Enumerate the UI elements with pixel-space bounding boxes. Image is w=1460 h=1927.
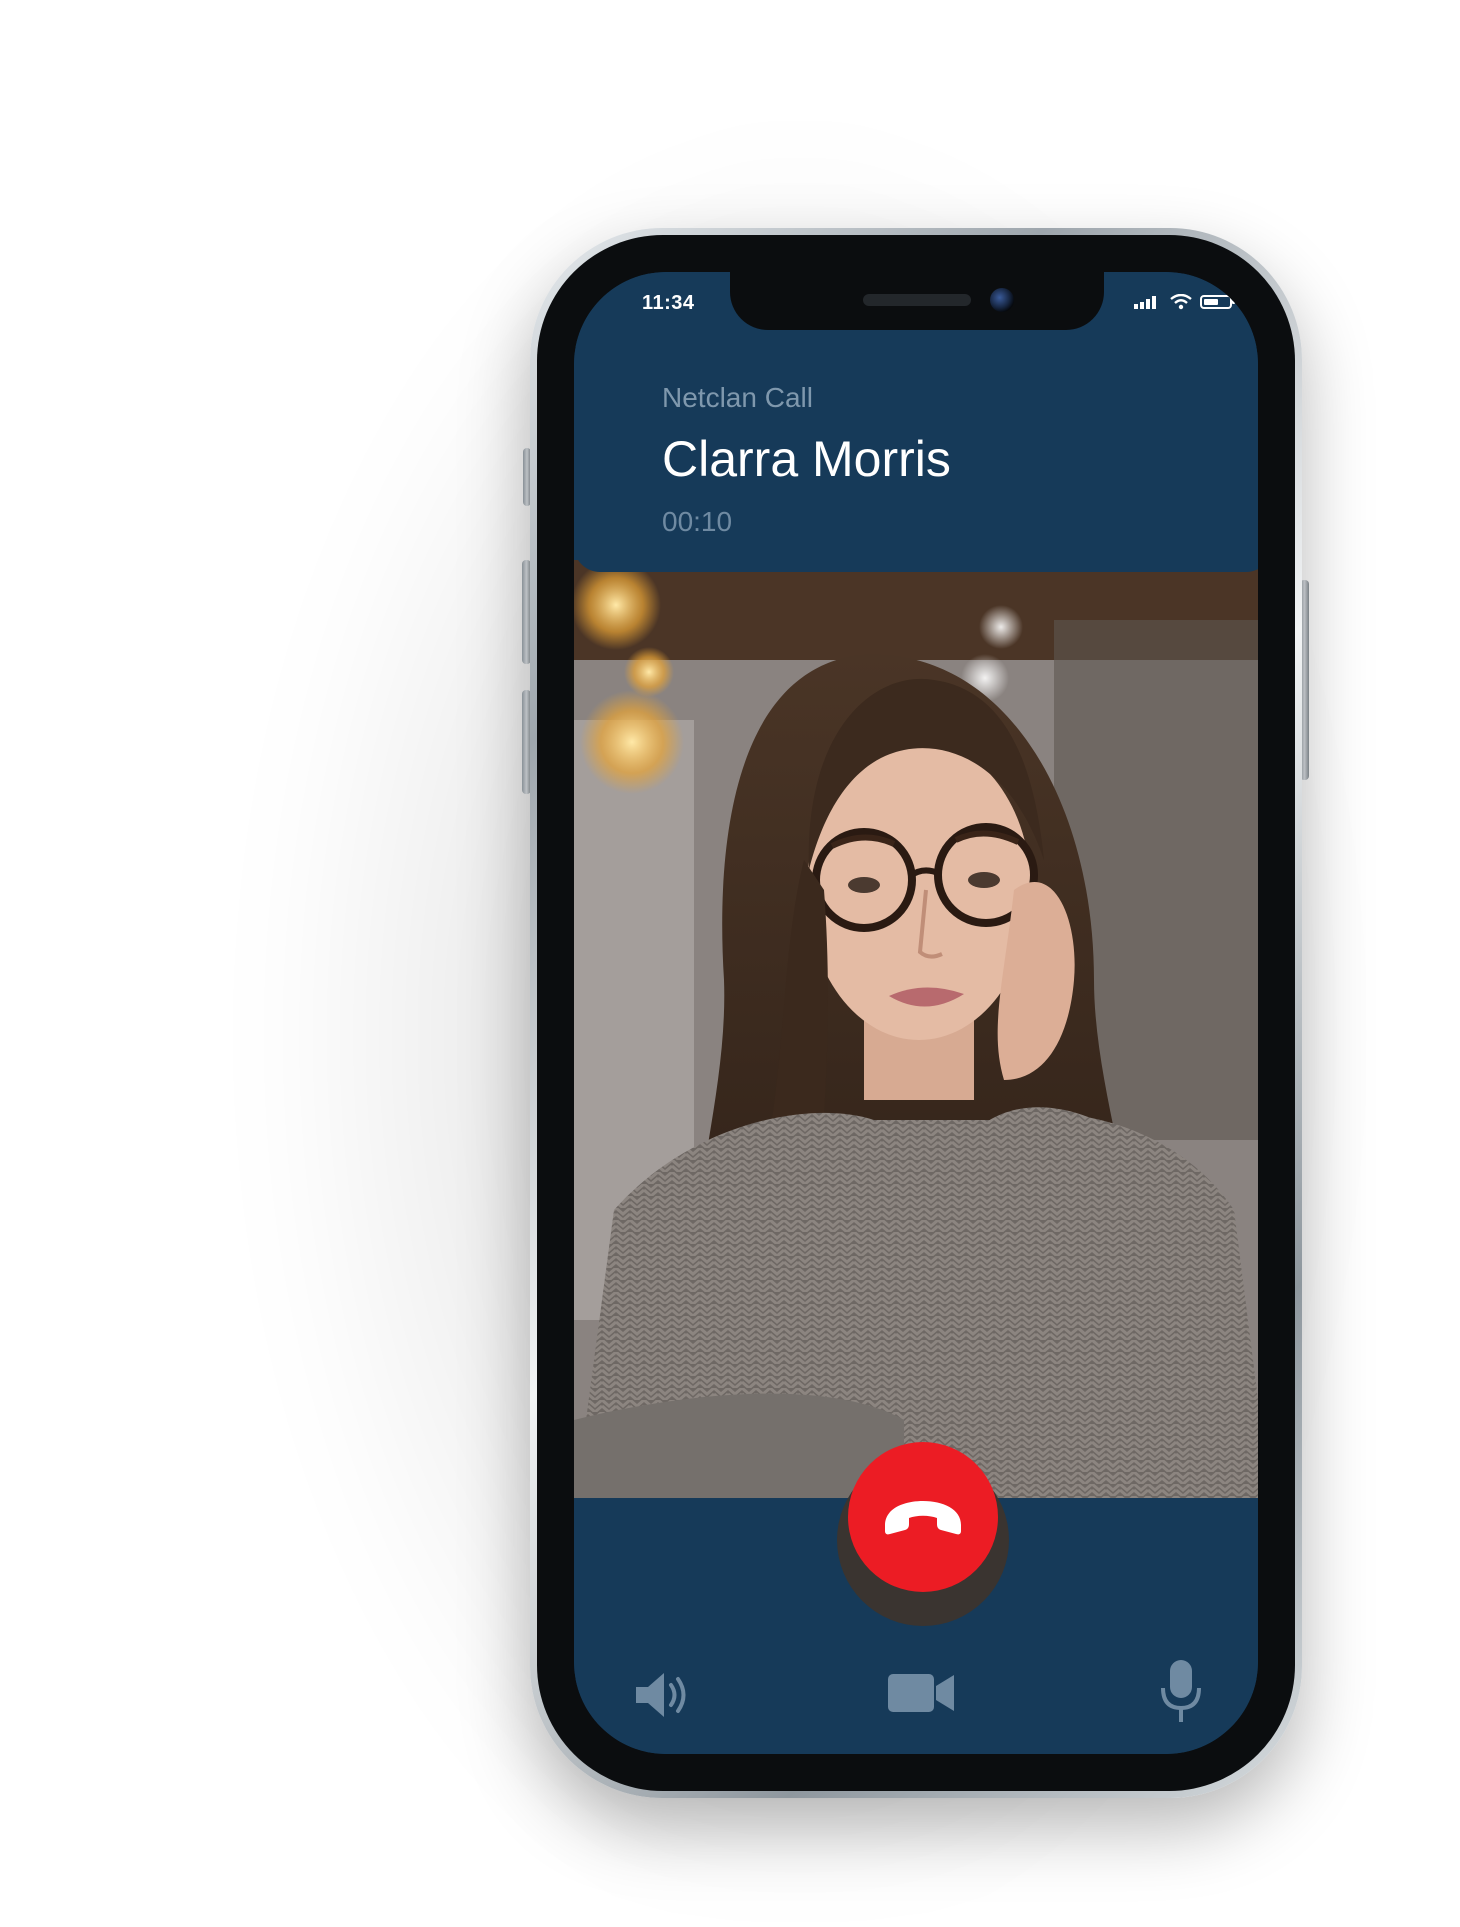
status-icons	[1134, 294, 1236, 310]
phone-frame: 11:34 Netclan Call Clarra Morris 00:10	[530, 228, 1302, 1798]
microphone-icon	[1161, 1660, 1201, 1722]
phone-screen: 11:34 Netclan Call Clarra Morris 00:10	[574, 272, 1258, 1754]
video-camera-icon	[888, 1674, 954, 1712]
microphone-button[interactable]	[1159, 1658, 1203, 1729]
signal-icon	[1134, 296, 1156, 309]
notch	[730, 272, 1104, 330]
phone-bezel: 11:34 Netclan Call Clarra Morris 00:10	[537, 235, 1295, 1791]
app-name: Netclan Call	[662, 382, 813, 413]
end-call-icon	[885, 1501, 961, 1535]
speaker-icon	[636, 1673, 686, 1717]
front-camera	[990, 288, 1014, 312]
caller-photo	[574, 560, 1258, 1510]
call-duration: 00:10	[662, 506, 733, 537]
wifi-icon	[1170, 294, 1192, 310]
caller-name: Clarra Morris	[662, 431, 951, 487]
speaker-button[interactable]	[634, 1670, 690, 1725]
battery-icon	[1200, 295, 1235, 309]
earpiece-speaker	[863, 294, 971, 306]
caller-video-feed	[574, 560, 1258, 1510]
video-toggle-button[interactable]	[886, 1670, 956, 1721]
status-time: 11:34	[642, 292, 695, 314]
end-call-button[interactable]	[848, 1442, 998, 1592]
